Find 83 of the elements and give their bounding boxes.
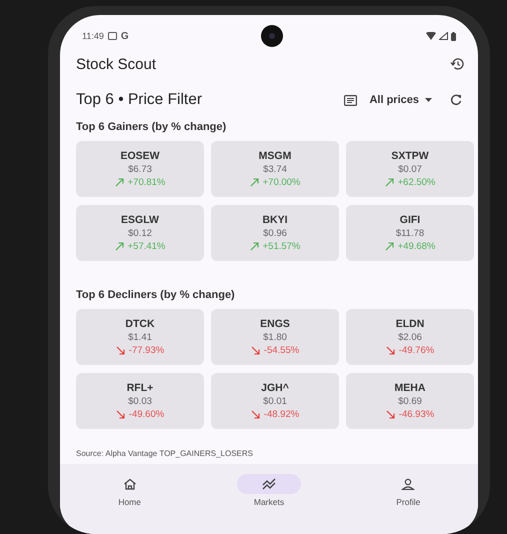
percent-change: -54.55% xyxy=(264,345,300,356)
nav-tab[interactable]: Markets xyxy=(228,474,309,507)
stock-symbol: JGH^ xyxy=(261,382,289,394)
percent-change: +49.68% xyxy=(398,241,436,252)
stock-symbol: BKYI xyxy=(262,214,288,226)
stock-price: $0.96 xyxy=(263,228,287,239)
stock-symbol: MEHA xyxy=(394,382,426,394)
percent-change: -77.93% xyxy=(128,345,164,356)
wifi-icon xyxy=(426,32,436,40)
trend-up-icon xyxy=(384,242,394,251)
trend-down-icon xyxy=(386,410,395,419)
stock-price: $0.69 xyxy=(398,396,422,407)
stock-symbol: RFL+ xyxy=(126,382,154,394)
home-icon xyxy=(122,478,137,490)
trend-lines-icon xyxy=(262,478,276,490)
stock-price: $6.73 xyxy=(128,164,152,175)
stock-price: $0.01 xyxy=(263,396,287,407)
trend-down-icon xyxy=(386,346,395,355)
stock-card[interactable]: ENGS $1.80 -54.55% xyxy=(211,309,339,365)
stock-symbol: MSGM xyxy=(258,150,292,162)
stock-card[interactable]: GIFI $11.78 +49.68% xyxy=(346,205,474,261)
stock-card[interactable]: ELDN $2.06 -49.76% xyxy=(346,309,474,365)
source-note: Source: Alpha Vantage TOP_GAINERS_LOSERS xyxy=(75,448,254,460)
trend-up-icon xyxy=(384,178,394,187)
percent-change: -46.93% xyxy=(398,409,434,420)
stock-symbol: ENGS xyxy=(260,318,290,330)
list-icon[interactable] xyxy=(344,94,358,106)
stock-card[interactable]: MEHA $0.69 -46.93% xyxy=(346,373,474,429)
stock-card[interactable]: JGH^ $0.01 -48.92% xyxy=(211,373,339,429)
percent-change: +62.50% xyxy=(398,177,436,188)
battery-icon xyxy=(450,32,456,40)
trend-down-icon xyxy=(116,410,125,419)
trend-down-icon xyxy=(116,346,125,355)
signal-icon xyxy=(438,32,448,40)
page-heading: Top 6 • Price Filter xyxy=(76,91,202,109)
notification-icon xyxy=(108,32,117,40)
trend-up-icon xyxy=(114,242,124,251)
percent-change: -49.76% xyxy=(398,345,434,356)
percent-change: -48.92% xyxy=(264,409,300,420)
percent-change: +57.41% xyxy=(128,241,166,252)
trend-up-icon xyxy=(250,242,259,251)
stock-symbol: GIFI xyxy=(400,214,420,226)
stock-price: $1.80 xyxy=(263,332,287,343)
stock-symbol: SXTPW xyxy=(391,150,429,162)
camera-icon xyxy=(261,25,284,47)
person-icon xyxy=(401,478,416,490)
stock-symbol: DTCK xyxy=(125,318,155,330)
percent-change: -49.60% xyxy=(128,409,164,420)
stock-card[interactable]: BKYI $0.96 +51.57% xyxy=(211,205,339,261)
stock-price: $0.07 xyxy=(398,164,422,175)
section-title: Top 6 Decliners (by % change) xyxy=(75,288,236,303)
stock-price: $3.74 xyxy=(263,164,287,175)
nav-tab[interactable]: Profile xyxy=(368,474,448,507)
stock-card[interactable]: DTCK $1.41 -77.93% xyxy=(76,309,204,365)
percent-change: +70.00% xyxy=(262,177,300,188)
percent-change: +51.57% xyxy=(262,241,300,252)
status-carrier-glyph: G xyxy=(120,30,129,42)
stock-price: $2.06 xyxy=(398,332,422,343)
stock-symbol: ELDN xyxy=(396,318,424,330)
trend-up-icon xyxy=(250,178,259,187)
stock-card[interactable]: SXTPW $0.07 +62.50% xyxy=(346,141,474,197)
stock-card[interactable]: ESGLW $0.12 +57.41% xyxy=(76,205,204,261)
stock-card[interactable]: EOSEW $6.73 +70.81% xyxy=(76,141,204,197)
stock-price: $1.41 xyxy=(128,332,152,343)
trend-down-icon xyxy=(250,410,260,419)
stock-price: $11.78 xyxy=(396,228,424,239)
stock-card[interactable]: MSGM $3.74 +70.00% xyxy=(211,141,339,197)
stock-card[interactable]: RFL+ $0.03 -49.60% xyxy=(76,373,204,429)
percent-change: +70.81% xyxy=(128,177,166,188)
stock-price: $0.12 xyxy=(128,228,152,239)
status-time: 11:49 xyxy=(82,31,104,41)
trend-down-icon xyxy=(250,346,260,355)
stock-price: $0.03 xyxy=(128,396,152,407)
section-title: Top 6 Gainers (by % change) xyxy=(75,120,228,135)
caret-icon xyxy=(425,98,432,102)
stock-symbol: EOSEW xyxy=(120,150,160,162)
trend-up-icon xyxy=(114,178,124,187)
price-filter-dropdown[interactable]: All prices xyxy=(369,94,432,106)
stock-symbol: ESGLW xyxy=(121,214,159,226)
app-title: Stock Scout xyxy=(76,56,156,72)
nav-tab[interactable]: Home xyxy=(90,474,170,507)
refresh-icon[interactable] xyxy=(450,94,462,106)
history-icon[interactable] xyxy=(450,57,464,71)
